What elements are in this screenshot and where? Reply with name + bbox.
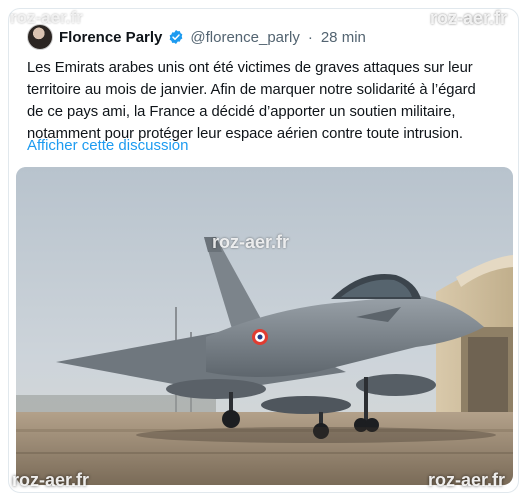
author-handle[interactable]: @florence_parly: [190, 29, 299, 46]
watermark-top-right: roz-aer.fr: [430, 8, 508, 28]
watermark-bottom-left: roz-aer.fr: [12, 470, 90, 490]
verified-badge-icon: [170, 30, 183, 44]
rafale-jet-photo-icon: [16, 167, 513, 485]
author-name[interactable]: Florence Parly: [59, 29, 162, 46]
show-thread-link[interactable]: Afficher cette discussion: [27, 137, 188, 154]
tweet-timestamp[interactable]: 28 min: [321, 29, 366, 46]
header-separator: ·: [307, 28, 313, 46]
watermark-bottom-right: roz-aer.fr: [428, 470, 506, 490]
tweet-text: Les Emirats arabes unis ont été victimes…: [27, 60, 476, 142]
tweet-media-photo[interactable]: [16, 167, 513, 485]
watermark-top-left: roz-aer.fr: [10, 8, 83, 27]
watermark-center: roz-aer.fr: [212, 232, 290, 252]
